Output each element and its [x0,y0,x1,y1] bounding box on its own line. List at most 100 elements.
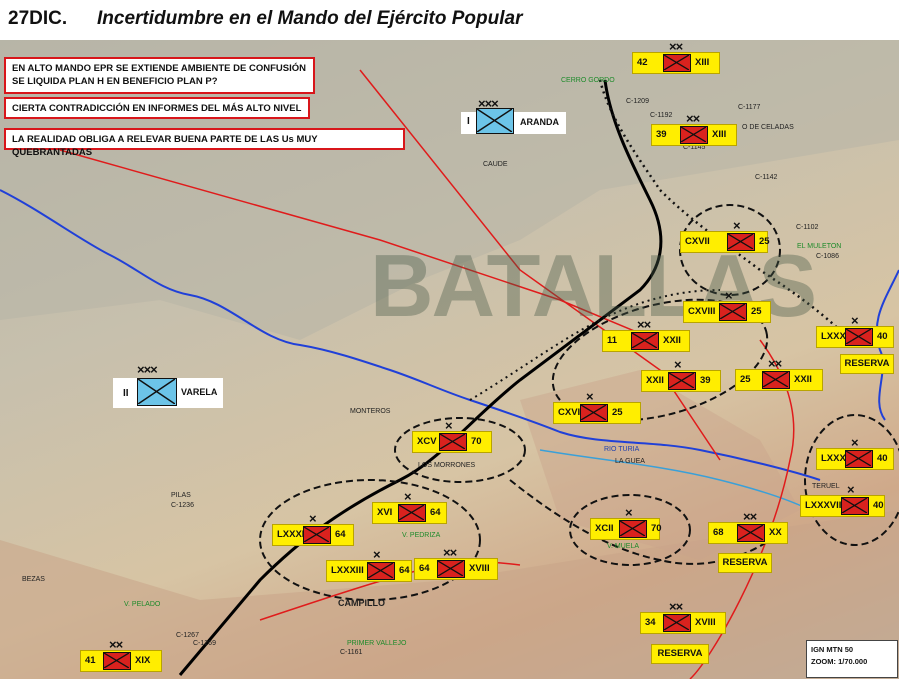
commander-name: ARANDA [520,117,559,127]
echelon-mark: ×× [669,599,683,614]
republican-unit[interactable]: × XVI 64 [372,490,447,524]
place-label: O DE CELADAS [742,124,794,131]
republican-unit[interactable]: ×× 68 XX [708,510,788,544]
unit-designation-right: 40 [877,453,888,464]
place-label: V. PELADO [124,601,161,608]
unit-designation-left: XCV [417,436,437,447]
place-label: LOS MORRONES [418,462,476,469]
unit-designation-right: 64 [335,529,346,540]
echelon-mark: × [309,511,317,526]
infantry-symbol-icon [303,526,331,544]
republican-unit[interactable]: × LXXXI 64 [272,512,354,546]
republican-unit[interactable]: × XCV 70 [412,419,492,453]
place-label: PILAS [171,492,191,499]
note-relief: LA REALIDAD OBLIGA A RELEVAR BUENA PARTE… [4,128,405,158]
republican-unit[interactable]: × CXVII 25 [680,219,770,253]
republican-unit[interactable]: ×× 42 XIII [632,40,720,74]
place-label: TERUEL [812,483,840,490]
republican-unit[interactable]: × LXXXVII 40 [800,483,885,517]
unit-designation-right: 64 [430,507,441,518]
republican-unit[interactable]: ×× 41 XIX [80,638,162,672]
republican-unit[interactable]: × CXVIII 25 [683,289,771,323]
place-label: PRIMER VALLEJO [347,640,407,647]
map-area[interactable]: BATALLAS EN ALTO MANDO EPR SE EXTIENDE A… [0,40,899,679]
place-label: C-1086 [816,253,839,260]
reserve-label: RESERVA [718,553,772,573]
reserve-label: RESERVA [840,354,894,374]
echelon-mark: ×× [686,111,700,126]
place-label: V. PEDRIZA [402,532,441,539]
echelon-mark: × [586,389,594,404]
infantry-symbol-icon [680,126,708,144]
republican-unit[interactable]: ×× 11 XXII [602,318,690,352]
place-label: C-1269 [193,640,216,647]
infantry-symbol-icon [398,504,426,522]
echelon-mark: × [851,435,859,450]
commander-name: VARELA [181,387,218,397]
place-label: C-1161 [340,649,363,656]
infantry-symbol-icon [841,497,869,515]
unit-designation-left: 41 [85,655,96,666]
republican-unit[interactable]: × LXXXIII 64 [326,548,412,582]
unit-designation-left: LXXXI [277,529,305,540]
unit-designation-left: LXXXVII [805,500,842,511]
place-label: C-1267 [176,632,199,639]
unit-designation-right: XXII [663,335,681,346]
place-label: CAUDE [483,161,508,168]
unit-designation-left: CXVIII [688,306,716,317]
infantry-symbol-icon [437,560,465,578]
republican-unit[interactable]: × LXXXII 40 [816,314,894,348]
place-label: V. MUELA [607,543,640,550]
infantry-symbol-icon [719,303,747,321]
title-text: Incertidumbre en el Mando del Ejército P… [97,8,523,29]
unit-designation-right: 39 [700,375,711,386]
echelon-mark: × [373,547,381,562]
place-label: C-1102 [796,224,819,231]
infantry-symbol-icon [845,450,873,468]
place-label: RIO TURIA [604,446,640,453]
unit-designation-left: 64 [419,563,430,574]
republican-unit[interactable]: ×× 25 XXII [735,357,823,391]
title-date: 27DIC. [8,8,68,29]
legend-source: IGN MTN 50 [811,645,854,654]
unit-designation-left: 34 [645,617,656,628]
republican-unit[interactable]: × CXVI 25 [553,390,641,424]
echelon-mark: ×× [443,545,457,560]
echelon-mark: × [851,313,859,328]
republican-unit[interactable]: ×× 64 XVIII [414,546,498,580]
infantry-symbol-icon [663,54,691,72]
infantry-symbol-icon [737,524,765,542]
unit-designation-right: XVIII [695,617,716,628]
republican-unit[interactable]: × LXXXIV 40 [816,436,894,470]
unit-designation-right: XIX [135,655,151,666]
place-label: CAMPILLO [338,598,385,608]
unit-designation-left: 25 [740,374,751,385]
republican-unit[interactable]: ×× 39 XIII [651,112,737,146]
unit-designation-right: 25 [612,407,623,418]
place-label: EL MULETON [797,243,842,250]
infantry-symbol-icon [476,108,514,134]
republican-unit[interactable]: × XXII 39 [641,358,721,392]
unit-designation-right: 25 [759,236,770,247]
echelon-mark: × [733,218,741,233]
unit-designation-right: XXII [794,374,812,385]
infantry-symbol-icon [103,652,131,670]
corps-ii-varela[interactable]: ××× II VARELA [113,363,223,408]
republican-unit[interactable]: × XCII 70 [590,506,662,540]
unit-designation-left: 11 [607,335,618,346]
unit-designation-left: 68 [713,527,724,538]
infantry-symbol-icon [668,372,696,390]
echelon-mark: ×× [109,637,123,652]
infantry-symbol-icon [845,328,873,346]
infantry-symbol-icon [619,520,647,538]
infantry-symbol-icon [631,332,659,350]
echelon-mark: × [445,418,453,433]
republican-unit[interactable]: ×× 34 XVIII [640,600,726,634]
unit-designation-right: 25 [751,306,762,317]
echelon-mark: × [674,357,682,372]
unit-designation-right: 70 [471,436,482,447]
reserve-label: RESERVA [651,644,709,664]
unit-designation-right: XIII [712,129,727,140]
corps-i-aranda[interactable]: ××× I ARANDA [461,97,566,134]
place-label: C-1192 [650,112,673,119]
